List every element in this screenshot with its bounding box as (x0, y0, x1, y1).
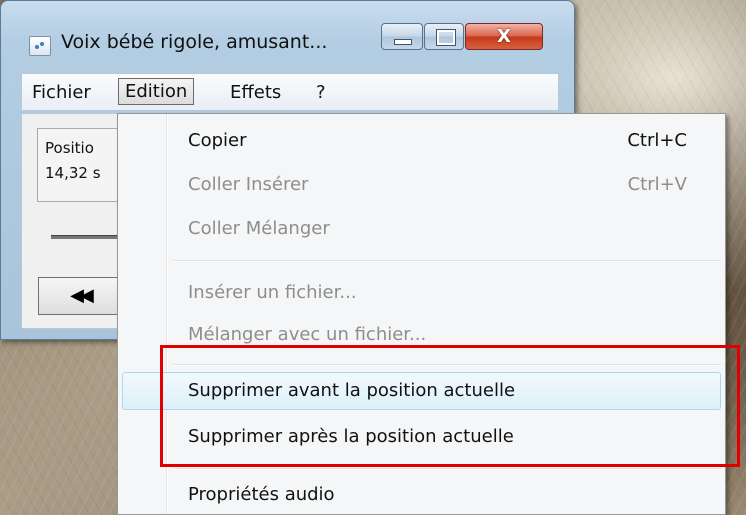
sound-file-icon (29, 36, 51, 56)
close-icon: X (497, 26, 511, 47)
menu-fichier[interactable]: Fichier (26, 80, 97, 105)
maximize-icon (436, 29, 456, 46)
position-value: 14,32 s (45, 164, 101, 182)
menu-help[interactable]: ? (310, 80, 332, 105)
menu-item-copier[interactable]: Copier (188, 130, 246, 151)
menu-item-coller-inserer: Coller Insérer (188, 174, 309, 195)
maximize-button[interactable] (424, 23, 464, 50)
minimize-icon (394, 39, 412, 45)
menu-item-melanger-fichier: Mélanger avec un fichier... (188, 324, 427, 345)
menu-separator (174, 260, 721, 262)
menu-separator (174, 468, 721, 470)
menu-effets[interactable]: Effets (224, 80, 287, 105)
annotation-highlight-box (160, 345, 740, 467)
window-title: Voix bébé rigole, amusant... (61, 31, 328, 53)
menu-item-inserer-fichier: Insérer un fichier... (188, 282, 357, 303)
position-slider[interactable] (51, 235, 123, 239)
title-bar[interactable]: Voix bébé rigole, amusant... X (1, 1, 574, 65)
menu-bar: Fichier Edition Effets ? (21, 73, 559, 111)
menu-item-proprietes-audio[interactable]: Propriétés audio (188, 484, 335, 505)
minimize-button[interactable] (381, 23, 423, 50)
shortcut-copier: Ctrl+C (627, 130, 687, 151)
rewind-button[interactable]: ◀◀ (38, 277, 121, 315)
shortcut-coller-inserer: Ctrl+V (627, 174, 687, 195)
position-label: Positio (45, 139, 94, 157)
rewind-icon: ◀◀ (70, 285, 94, 306)
close-button[interactable]: X (465, 23, 543, 50)
menu-edition[interactable]: Edition (118, 78, 195, 105)
menu-item-coller-melanger: Coller Mélanger (188, 218, 330, 239)
